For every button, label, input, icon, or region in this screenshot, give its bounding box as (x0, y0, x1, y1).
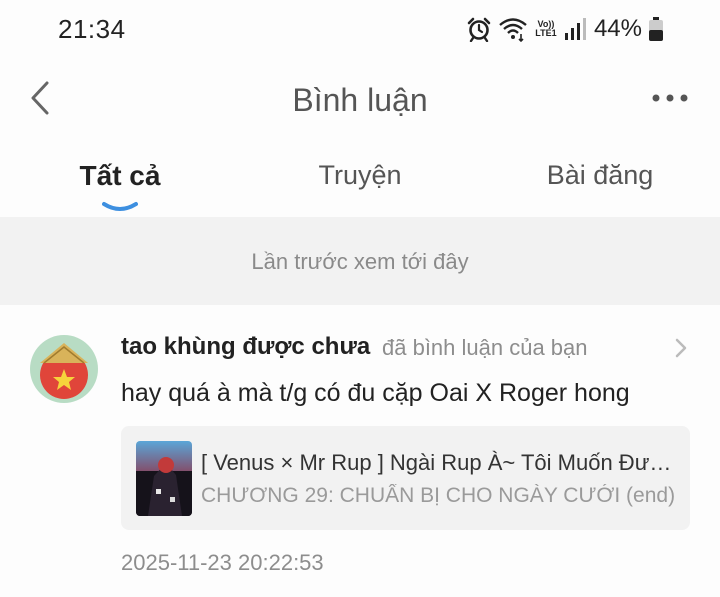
story-chapter: CHƯƠNG 29: CHUẨN BỊ CHO NGÀY CƯỚI (end) (201, 484, 676, 507)
tab-stories[interactable]: Truyện (318, 160, 401, 191)
chevron-right-icon[interactable] (672, 335, 690, 361)
more-options-button[interactable] (650, 86, 690, 110)
status-time: 21:34 (58, 14, 126, 44)
battery-percentage: 44% (593, 15, 642, 42)
tab-posts[interactable]: Bài đăng (547, 160, 654, 191)
alarm-icon (466, 16, 492, 42)
more-horizontal-icon (652, 94, 688, 102)
battery-icon (648, 16, 664, 42)
page-title: Bình luận (292, 82, 428, 118)
active-tab-indicator (102, 202, 138, 211)
last-seen-label: Lần trước xem tới đây (251, 249, 469, 274)
last-seen-divider: Lần trước xem tới đây (0, 217, 720, 305)
wifi-icon (498, 16, 528, 42)
comment-text: hay quá à mà t/g có đu cặp Oai X Roger h… (121, 379, 630, 407)
comment-action-text: đã bình luận của bạn (382, 335, 588, 360)
story-title: [ Venus × Mr Rup ] Ngài Rup À~ Tôi Muốn … (201, 450, 677, 475)
header: Bình luận (0, 62, 720, 138)
story-card[interactable]: [ Venus × Mr Rup ] Ngài Rup À~ Tôi Muốn … (121, 426, 690, 530)
signal-icon (564, 17, 586, 41)
lte-indicator: Vo)) LTE1 (534, 20, 558, 38)
comment-item[interactable]: tao khùng được chưa đã bình luận của bạn… (0, 305, 720, 597)
tab-all[interactable]: Tất cả (80, 160, 161, 192)
lte-label: LTE1 (535, 28, 557, 38)
status-icons: Vo)) LTE1 44% (466, 14, 664, 44)
comment-timestamp: 2025-11-23 20:22:53 (121, 550, 324, 575)
status-bar: 21:34 Vo)) LTE1 44% (0, 0, 720, 58)
avatar[interactable] (30, 335, 98, 403)
tab-bar: Tất cả Truyện Bài đăng (0, 148, 720, 216)
comment-user-name[interactable]: tao khùng được chưa (121, 333, 370, 361)
story-thumbnail (136, 441, 192, 516)
